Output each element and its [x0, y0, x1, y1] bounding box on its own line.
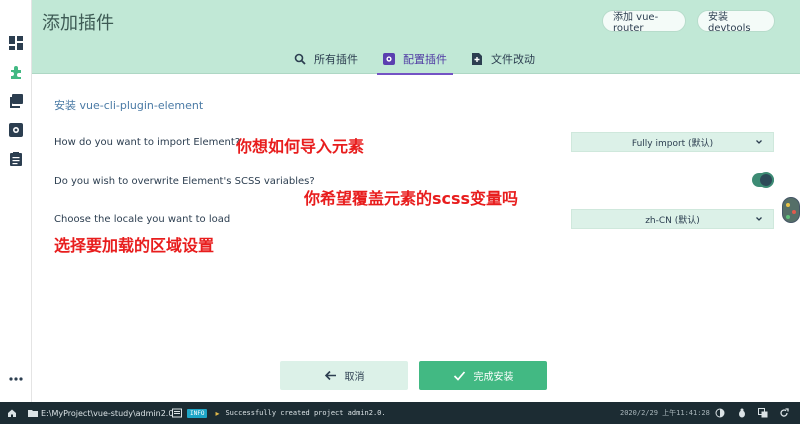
tasks-icon[interactable] — [8, 151, 24, 167]
bubble-dot — [792, 210, 796, 214]
project-path[interactable]: E:\MyProject\vue-study\admin2.0 — [28, 402, 173, 424]
log-arrow-icon: ▸ — [215, 408, 220, 418]
tab-configure-plugins[interactable]: 配置插件 — [377, 44, 453, 75]
folder-icon — [28, 410, 38, 417]
arrow-left-icon — [324, 370, 336, 381]
cancel-button[interactable]: 取消 — [280, 361, 408, 390]
overwrite-scss-toggle[interactable] — [752, 172, 774, 188]
locale-select[interactable]: zh-CN (默认) — [571, 209, 774, 229]
bubble-dot — [786, 203, 790, 207]
search-icon — [294, 53, 306, 65]
annotation-text: 你想如何导入元素 — [236, 137, 365, 156]
tab-bar: 所有插件 配置插件 文件改动 — [32, 44, 800, 75]
toggle-knob — [758, 172, 774, 188]
more-icon[interactable] — [8, 371, 24, 387]
tab-file-changes[interactable]: 文件改动 — [471, 44, 535, 74]
console-log[interactable]: INFO ▸ Successfully created project admi… — [172, 402, 386, 424]
cancel-label: 取消 — [344, 372, 365, 383]
section-title: 安装 vue-cli-plugin-element — [54, 99, 204, 112]
check-icon — [453, 371, 465, 381]
settings-icon — [383, 53, 395, 65]
home-icon[interactable] — [7, 402, 17, 424]
tab-all-plugins[interactable]: 所有插件 — [294, 44, 358, 74]
file-diff-icon — [472, 53, 482, 65]
refresh-icon[interactable] — [779, 402, 789, 424]
bubble-dot — [786, 215, 790, 219]
translate-icon[interactable] — [758, 402, 768, 424]
tab-label: 所有插件 — [314, 53, 358, 66]
chevron-down-icon — [756, 140, 762, 144]
select-value: Fully import (默认) — [631, 138, 714, 149]
plugin-config-panel: 安装 vue-cli-plugin-element How do you wan… — [32, 75, 800, 402]
page-title: 添加插件 — [42, 13, 114, 34]
dashboard-icon[interactable] — [8, 35, 24, 51]
sidebar — [0, 0, 32, 402]
dependencies-icon[interactable] — [8, 93, 24, 109]
add-vue-router-button[interactable]: 添加 vue-router — [602, 10, 686, 34]
chevron-down-icon — [756, 217, 762, 221]
terminal-icon — [172, 408, 182, 418]
plugin-icon[interactable] — [8, 64, 24, 80]
import-mode-select[interactable]: Fully import (默认) — [571, 132, 774, 152]
page-header: 添加插件 添加 vue-router 安装 devtools — [32, 0, 800, 44]
project-path-text: E:\MyProject\vue-study\admin2.0 — [41, 408, 174, 418]
configuration-icon[interactable] — [8, 122, 24, 138]
tab-label: 文件改动 — [491, 53, 535, 66]
finish-install-label: 完成安装 — [473, 372, 514, 383]
question-import-label: How do you want to import Element? — [54, 137, 241, 148]
annotation-text: 你希望覆盖元素的scss变量吗 — [304, 189, 519, 208]
bug-icon[interactable] — [737, 402, 747, 424]
theme-toggle-icon[interactable] — [715, 402, 725, 424]
select-value: zh-CN (默认) — [645, 215, 700, 226]
timestamp: 2020/2/29 上午11:41:28 — [620, 409, 710, 417]
finish-install-button[interactable]: 完成安装 — [419, 361, 547, 390]
log-message: Successfully created project admin2.0. — [225, 409, 386, 417]
floating-devtools-bubble[interactable] — [782, 197, 800, 223]
status-bar: E:\MyProject\vue-study\admin2.0 INFO ▸ S… — [0, 402, 800, 424]
annotation-text: 选择要加载的区域设置 — [54, 236, 215, 255]
install-devtools-button[interactable]: 安装 devtools — [697, 10, 775, 34]
question-scss-label: Do you wish to overwrite Element's SCSS … — [54, 176, 315, 187]
log-level-badge: INFO — [187, 408, 208, 418]
tab-label: 配置插件 — [403, 53, 447, 66]
question-locale-label: Choose the locale you want to load — [54, 214, 231, 225]
